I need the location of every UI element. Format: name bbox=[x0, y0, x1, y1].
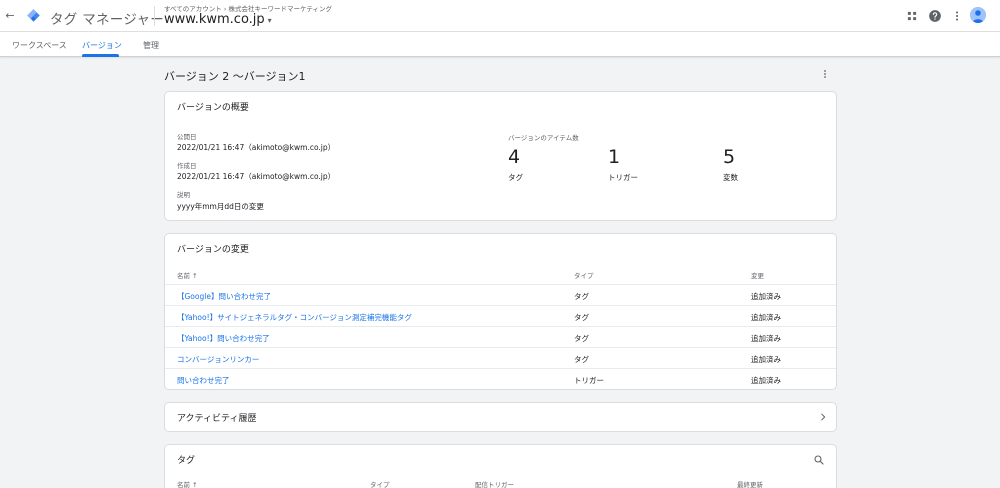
item-change: 追加済み bbox=[751, 292, 781, 301]
tags-header-name[interactable]: 名前 ↑ bbox=[177, 479, 198, 488]
changes-title: バージョンの変更 bbox=[177, 245, 249, 255]
version-changes-card: バージョンの変更 名前 ↑ タイプ 変更 【Google】問い合わせ完了 タグ … bbox=[164, 233, 837, 390]
table-row: 問い合わせ完了 トリガー 追加済み bbox=[165, 368, 836, 389]
page-title: バージョン 2 ～バージョン1 bbox=[164, 70, 306, 83]
apps-grid-icon[interactable] bbox=[905, 9, 919, 23]
tags-header-type: タイプ bbox=[370, 481, 390, 488]
description-label: 説明 bbox=[177, 191, 190, 199]
item-type: タグ bbox=[574, 313, 589, 322]
item-type: タグ bbox=[574, 292, 589, 301]
activity-title: アクティビティ履歴 bbox=[177, 414, 257, 424]
dropdown-caret-icon: ▾ bbox=[267, 16, 272, 25]
tag-count-label: タグ bbox=[508, 173, 523, 182]
item-change: 追加済み bbox=[751, 313, 781, 322]
item-name-link[interactable]: 【Yahoo!】問い合わせ完了 bbox=[177, 333, 270, 344]
top-app-bar: ← タグ マネージャー すべてのアカウント › 株式会社キーワードマーケティング… bbox=[0, 0, 1000, 32]
item-type: トリガー bbox=[574, 376, 604, 385]
tags-card: タグ 名前 ↑ タイプ 配信トリガー 最終更新 bbox=[164, 444, 837, 488]
tab-admin[interactable]: 管理 bbox=[143, 40, 159, 51]
item-change: 追加済み bbox=[751, 376, 781, 385]
search-icon[interactable] bbox=[813, 454, 825, 466]
tags-title: タグ bbox=[177, 456, 196, 466]
item-name-link[interactable]: 問い合わせ完了 bbox=[177, 375, 230, 386]
app-title: タグ マネージャー bbox=[50, 12, 165, 28]
container-name: www.kwm.co.jp bbox=[164, 12, 265, 27]
item-type: タグ bbox=[574, 334, 589, 343]
tag-count: 4 bbox=[508, 146, 521, 168]
help-icon[interactable] bbox=[928, 9, 942, 23]
item-count-label: バージョンのアイテム数 bbox=[508, 134, 579, 142]
item-name-link[interactable]: 【Google】問い合わせ完了 bbox=[177, 291, 271, 302]
avatar-person-icon bbox=[970, 7, 986, 23]
tag-manager-logo-icon bbox=[27, 9, 40, 22]
item-name-link[interactable]: 【Yahoo!】サイトジェネラルタグ・コンバージョン測定補完機能タグ bbox=[177, 312, 412, 323]
column-header-name[interactable]: 名前 ↑ bbox=[177, 270, 198, 280]
container-selector[interactable]: www.kwm.co.jp ▾ bbox=[164, 12, 272, 27]
activity-history-card[interactable]: アクティビティ履歴 bbox=[164, 402, 837, 432]
tab-workspace[interactable]: ワークスペース bbox=[12, 40, 67, 51]
description-value: yyyy年mm月dd日の変更 bbox=[177, 202, 264, 211]
trigger-count: 1 bbox=[608, 146, 621, 168]
item-type: タグ bbox=[574, 355, 589, 364]
variable-count-label: 変数 bbox=[723, 173, 738, 182]
variable-count: 5 bbox=[723, 146, 736, 168]
summary-title: バージョンの概要 bbox=[177, 103, 249, 113]
tags-header-trigger: 配信トリガー bbox=[475, 481, 514, 488]
page-more-vert-icon[interactable] bbox=[819, 68, 831, 80]
table-row: コンバージョンリンカー タグ 追加済み bbox=[165, 347, 836, 368]
item-name-link[interactable]: コンバージョンリンカー bbox=[177, 354, 259, 365]
chevron-right-icon[interactable] bbox=[818, 412, 828, 422]
active-tab-indicator bbox=[82, 54, 119, 57]
tags-header-updated: 最終更新 bbox=[737, 481, 763, 488]
created-label: 作成日 bbox=[177, 162, 197, 170]
table-row: 【Yahoo!】問い合わせ完了 タグ 追加済み bbox=[165, 326, 836, 347]
title-divider bbox=[154, 6, 155, 26]
table-row: 【Yahoo!】サイトジェネラルタグ・コンバージョン測定補完機能タグ タグ 追加… bbox=[165, 305, 836, 326]
item-change: 追加済み bbox=[751, 334, 781, 343]
back-arrow-icon[interactable]: ← bbox=[4, 10, 16, 22]
nav-tabs: ワークスペース バージョン 管理 bbox=[0, 32, 1000, 57]
version-summary-card: バージョンの概要 公開日 2022/01/21 16:47（akimoto@kw… bbox=[164, 91, 837, 221]
published-value: 2022/01/21 16:47（akimoto@kwm.co.jp） bbox=[177, 143, 336, 152]
item-change: 追加済み bbox=[751, 355, 781, 364]
created-value: 2022/01/21 16:47（akimoto@kwm.co.jp） bbox=[177, 172, 336, 181]
table-row: 【Google】問い合わせ完了 タグ 追加済み bbox=[165, 284, 836, 305]
published-label: 公開日 bbox=[177, 133, 197, 141]
user-avatar[interactable] bbox=[970, 7, 986, 23]
more-vert-icon[interactable] bbox=[950, 9, 964, 23]
trigger-count-label: トリガー bbox=[608, 173, 638, 182]
column-header-change: 変更 bbox=[751, 272, 764, 280]
tab-versions[interactable]: バージョン bbox=[82, 40, 122, 51]
column-header-type: タイプ bbox=[574, 272, 594, 280]
